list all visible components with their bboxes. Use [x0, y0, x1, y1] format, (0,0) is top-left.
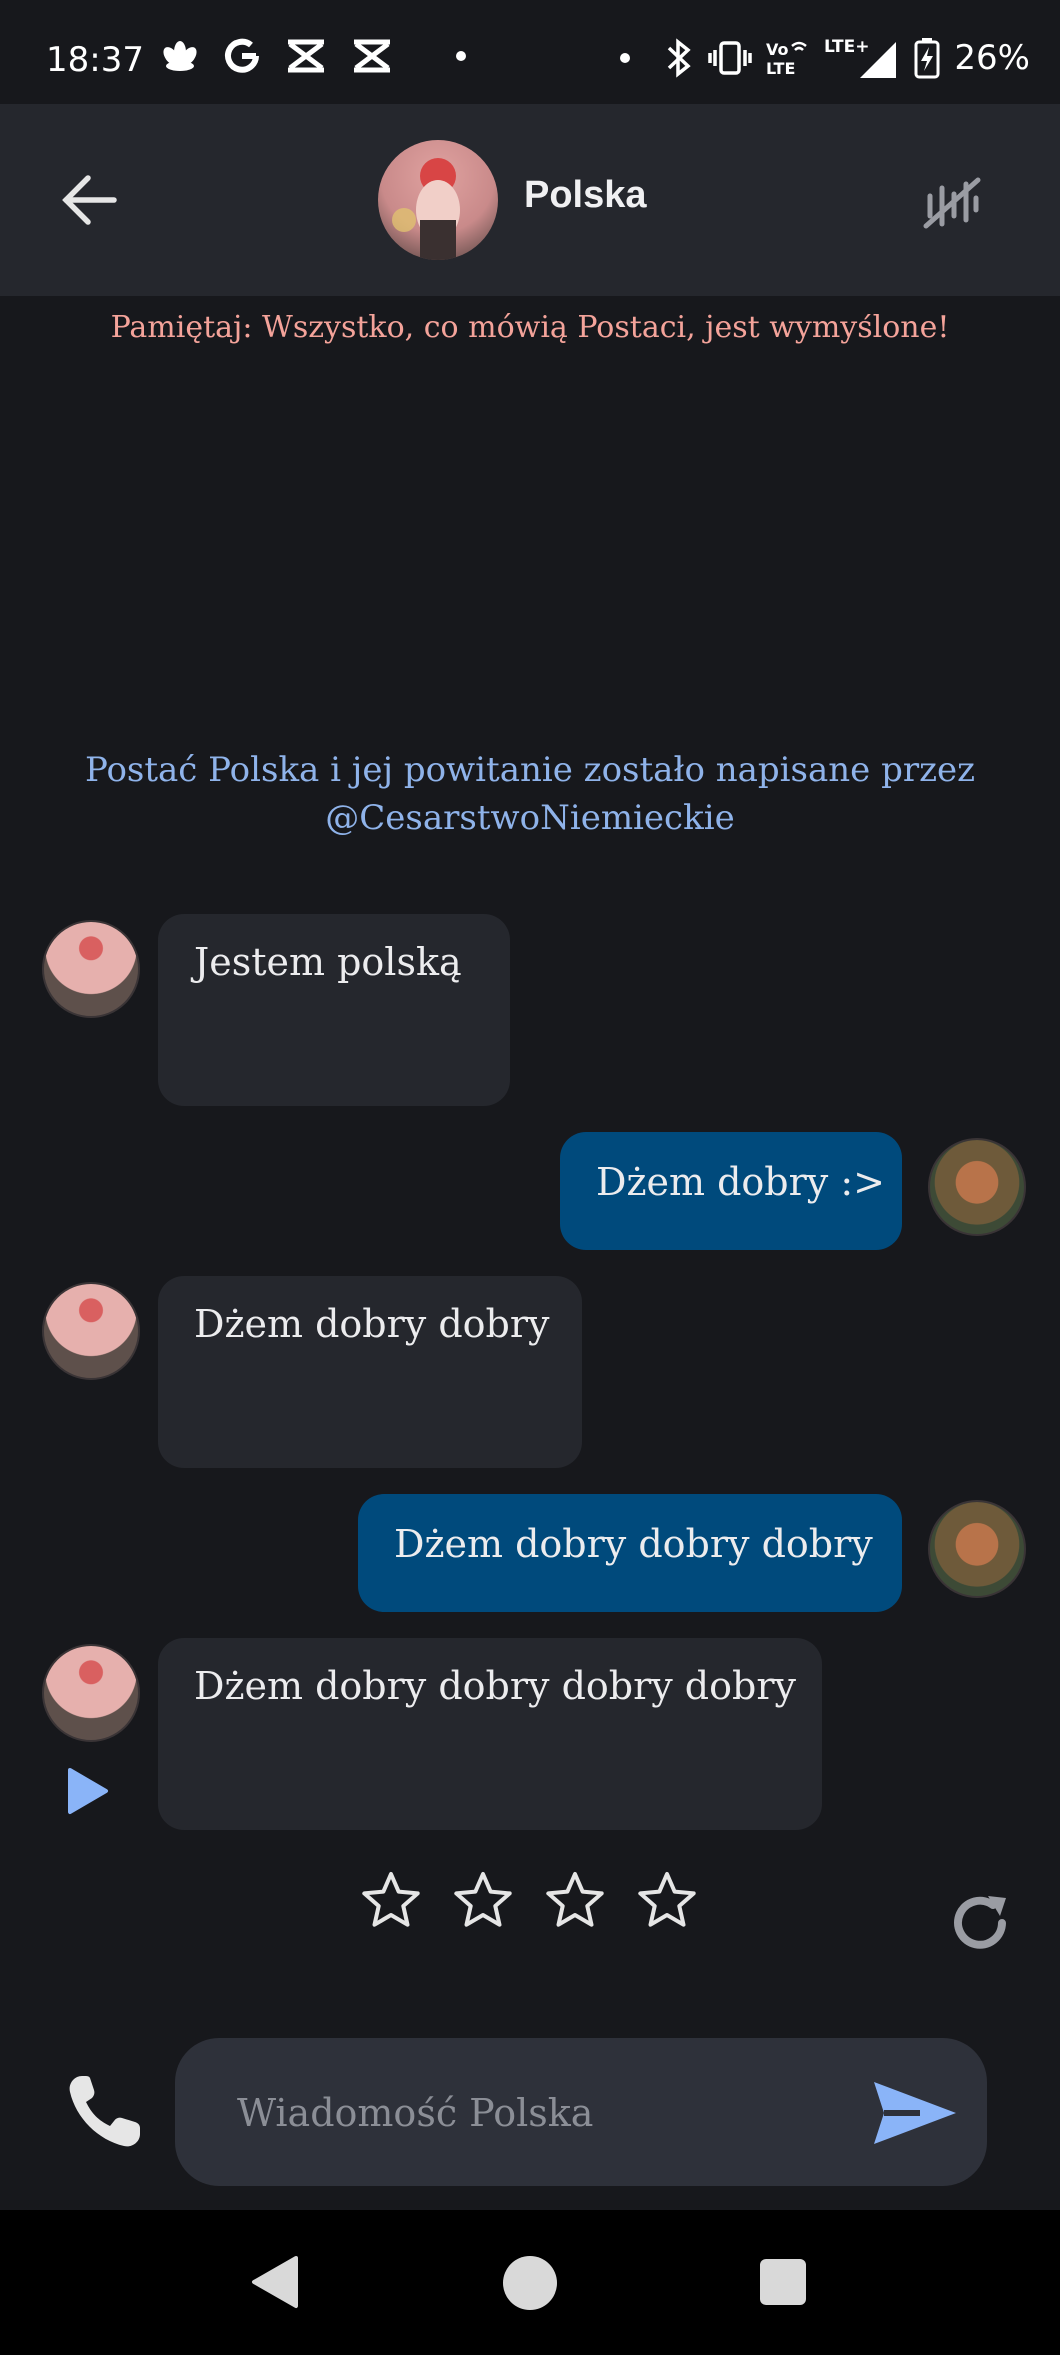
flower-icon: [163, 41, 197, 71]
send-icon[interactable]: [870, 2078, 960, 2148]
character-avatar[interactable]: [378, 140, 498, 260]
character-portrait-icon: [392, 158, 460, 260]
nav-home-icon[interactable]: [503, 2256, 557, 2310]
google-icon: [225, 38, 259, 73]
battery-percent: 26%: [954, 38, 1030, 78]
notification-dot: [456, 51, 466, 61]
regenerate-icon[interactable]: [946, 1888, 1016, 1958]
user-message[interactable]: Dżem dobry :>: [560, 1132, 902, 1250]
svg-text:LTE+: LTE+: [824, 37, 869, 57]
creator-handle-link[interactable]: @CesarstwoNiemieckie: [60, 794, 1000, 842]
system-icons: Vo LTE LTE+ 26%: [620, 36, 1030, 80]
message-input[interactable]: [235, 2078, 819, 2148]
bluetooth-icon: [668, 38, 692, 78]
muted-voice-icon[interactable]: [920, 170, 984, 234]
capcut-icon: [288, 39, 324, 73]
credit-line: Postać Polska i jej powitanie zostało na…: [84, 750, 976, 790]
play-audio-icon[interactable]: [66, 1766, 110, 1816]
back-button[interactable]: [60, 170, 120, 230]
notification-icons: [160, 36, 466, 76]
character-credit: Postać Polska i jej powitanie zostało na…: [60, 746, 1000, 842]
bot-avatar[interactable]: [42, 1282, 140, 1380]
svg-text:LTE: LTE: [766, 59, 795, 78]
star-icon[interactable]: [544, 1870, 606, 1932]
nav-back-icon[interactable]: [250, 2254, 300, 2310]
capcut-icon-2: [354, 39, 390, 73]
user-avatar[interactable]: [928, 1138, 1026, 1236]
user-message[interactable]: Dżem dobry dobry dobry: [358, 1494, 902, 1612]
user-avatar[interactable]: [928, 1500, 1026, 1598]
bot-avatar[interactable]: [42, 1644, 140, 1742]
phone-icon[interactable]: [62, 2070, 146, 2154]
svg-text:Vo: Vo: [766, 40, 789, 59]
chat-header: Polska: [0, 104, 1060, 296]
battery-charging-icon: [914, 38, 940, 79]
status-bar: 18:37 Vo LTE LTE+ 26%: [0, 0, 1060, 104]
character-name: Polska: [524, 174, 647, 216]
star-icon[interactable]: [360, 1870, 422, 1932]
star-icon[interactable]: [636, 1870, 698, 1932]
message-rating: [360, 1870, 698, 1932]
fiction-disclaimer: Pamiętaj: Wszystko, co mówią Postaci, je…: [110, 310, 950, 345]
bot-message[interactable]: Jestem polską: [158, 914, 510, 1106]
volte-icon: VoLTE: [766, 40, 808, 78]
bot-message[interactable]: Dżem dobry dobry: [158, 1276, 582, 1468]
vibrate-icon: [708, 41, 753, 75]
status-dot: [620, 53, 631, 63]
bot-avatar[interactable]: [42, 920, 140, 1018]
nav-recents-icon[interactable]: [760, 2259, 806, 2305]
star-icon[interactable]: [452, 1870, 514, 1932]
status-time: 18:37: [46, 40, 144, 80]
message-composer: [175, 2038, 987, 2186]
lte-signal-icon: LTE+: [824, 37, 897, 78]
bot-message[interactable]: Dżem dobry dobry dobry dobry: [158, 1638, 822, 1830]
